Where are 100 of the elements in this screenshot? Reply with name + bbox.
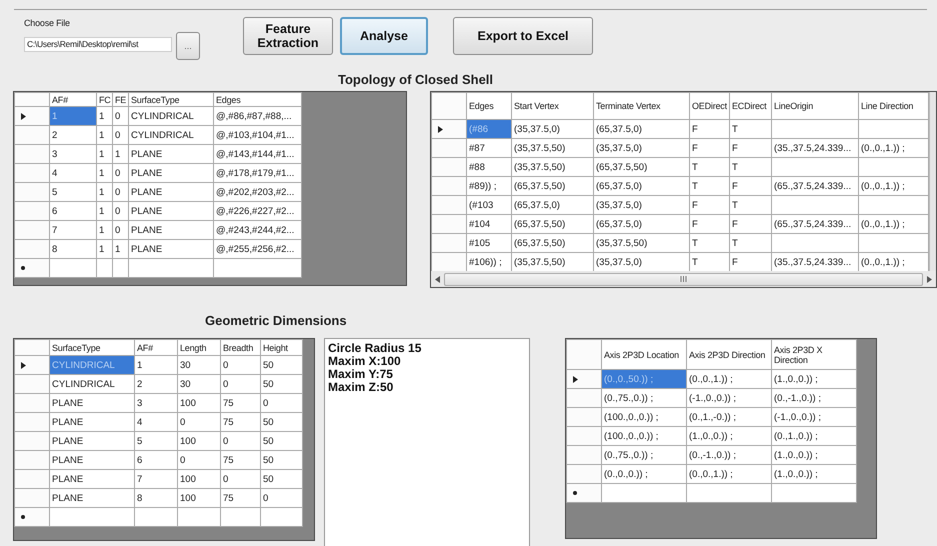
table-cell: PLANE — [50, 394, 134, 412]
table-cell: PLANE — [50, 470, 134, 488]
table-cell: (65,37.5,50) — [594, 158, 690, 176]
table-cell: (65,37.5,0) — [594, 120, 690, 138]
row-header[interactable] — [432, 120, 466, 138]
table-cell: 0 — [112, 164, 128, 182]
table-cell: CYLINDRICAL — [50, 374, 134, 394]
table-cell: CYLINDRICAL — [128, 106, 214, 126]
column-header[interactable]: AF# — [134, 340, 178, 356]
table-cell: 7 — [50, 220, 96, 240]
table-cell: (1.,0.,0.)) ; — [772, 370, 856, 388]
table-cell: (0.,-1.,0.)) ; — [686, 446, 772, 464]
table-cell: (#103 — [466, 196, 512, 214]
table-cell: T — [690, 234, 730, 252]
table-cell: 1 — [96, 202, 112, 220]
column-header[interactable]: Line Direction — [858, 92, 928, 120]
column-header[interactable]: Length — [178, 340, 220, 356]
table-cell: 1 — [112, 144, 128, 164]
new-row-icon — [21, 266, 25, 270]
table-cell: (0.,0.,0.)) ; — [602, 464, 686, 484]
table-cell: #87 — [466, 138, 512, 158]
file-path-field[interactable]: C:\Users\Remil\Desktop\remil\st — [24, 36, 172, 52]
column-header[interactable]: Terminate Vertex — [594, 92, 690, 120]
table-cell: @,#226,#227,#2... — [214, 202, 302, 220]
table-cell: (-1.,0.,0.)) ; — [686, 388, 772, 408]
table-cell: (65,37.5,50) — [512, 176, 594, 196]
table-cell: 50 — [260, 470, 302, 488]
table-cell: (65.,37.5,24.339... — [772, 176, 858, 196]
table-cell: 3 — [134, 394, 178, 412]
empty-cell[interactable] — [214, 258, 302, 278]
table-cell: (35.,37.5,24.339... — [772, 138, 858, 158]
table-cell: 0 — [178, 450, 220, 470]
table-cell: 0 — [178, 412, 220, 432]
column-header[interactable]: Start Vertex — [512, 92, 594, 120]
column-header[interactable]: Axis 2P3D Direction — [686, 340, 772, 370]
empty-cell[interactable] — [134, 508, 178, 526]
column-header[interactable]: FC — [96, 92, 112, 106]
analyse-button[interactable]: Analyse — [340, 17, 428, 55]
table-cell: 100 — [178, 432, 220, 450]
empty-cell[interactable] — [220, 508, 260, 526]
result-line: Circle Radius 15 — [328, 342, 422, 355]
table-cell: (1.,0.,0.)) ; — [772, 464, 856, 484]
table-cell: 2 — [50, 126, 96, 144]
column-header[interactable]: Axis 2P3D X Direction — [772, 340, 856, 370]
table-cell: (35,37.5,0) — [512, 120, 594, 138]
table-cell: T — [730, 158, 772, 176]
table-cell: @,#202,#203,#2... — [214, 182, 302, 202]
table-cell: 0 — [112, 182, 128, 202]
row-header[interactable] — [566, 370, 602, 388]
scroll-left-icon[interactable] — [435, 276, 440, 282]
vertical-scrollbar[interactable] — [929, 92, 936, 271]
table-cell: (1.,0.,0.)) ; — [686, 426, 772, 446]
column-header[interactable]: SurfaceType — [50, 340, 134, 356]
table-cell: 1 — [96, 182, 112, 202]
empty-cell[interactable] — [128, 258, 214, 278]
table-cell: (0.,0.,1.)) ; — [686, 464, 772, 484]
column-header[interactable]: Edges — [214, 92, 302, 106]
empty-cell[interactable] — [178, 508, 220, 526]
result-line: Maxim Z:50 — [328, 381, 394, 394]
export-excel-button[interactable]: Export to Excel — [453, 17, 593, 55]
row-header[interactable] — [14, 356, 50, 374]
table-cell: 0 — [112, 106, 128, 126]
table-cell: PLANE — [50, 488, 134, 508]
table-cell: @,#255,#256,#2... — [214, 240, 302, 258]
table-cell: PLANE — [50, 412, 134, 432]
table-cell: (35,37.5,50) — [512, 138, 594, 158]
scrollbar-thumb[interactable] — [444, 272, 923, 286]
table-cell: 0 — [260, 394, 302, 412]
column-header[interactable]: FE — [112, 92, 128, 106]
column-header[interactable]: LineOrigin — [772, 92, 858, 120]
current-row-icon — [573, 376, 578, 382]
table-cell: PLANE — [128, 144, 214, 164]
column-header[interactable]: Height — [260, 340, 302, 356]
table-cell: @,#243,#244,#2... — [214, 220, 302, 240]
column-header[interactable]: ECDirect — [730, 92, 772, 120]
table-cell: (-1.,0.,0.)) ; — [772, 408, 856, 426]
browse-button[interactable]: ... — [176, 32, 200, 60]
table-cell: 0 — [220, 356, 260, 374]
table-cell: 50 — [260, 356, 302, 374]
table-cell: 1 — [112, 240, 128, 258]
table-cell: 1 — [96, 164, 112, 182]
empty-cell[interactable] — [112, 258, 128, 278]
column-header[interactable]: OEDirect — [690, 92, 730, 120]
table-cell: 1 — [96, 240, 112, 258]
empty-cell[interactable] — [772, 484, 856, 502]
column-header[interactable]: Breadth — [220, 340, 260, 356]
table-cell: 1 — [96, 144, 112, 164]
output-textbox[interactable]: Circle Radius 15 Maxim X:100 Maxim Y:75 Maxim Z:50 — [324, 338, 530, 546]
table-cell: 0 — [260, 488, 302, 508]
column-header[interactable]: SurfaceType — [128, 92, 214, 106]
empty-cell[interactable] — [96, 258, 112, 278]
table-cell: @,#86,#87,#88,... — [214, 106, 302, 126]
table-cell: (35,37.5,50) — [512, 158, 594, 176]
row-header[interactable] — [14, 106, 50, 126]
empty-cell[interactable] — [686, 484, 772, 502]
feature-extraction-button[interactable]: Feature Extraction — [243, 17, 333, 55]
horizontal-scrollbar[interactable] — [431, 271, 936, 287]
table-cell: PLANE — [128, 182, 214, 202]
scroll-right-icon[interactable] — [927, 276, 932, 282]
empty-cell[interactable] — [260, 508, 302, 526]
